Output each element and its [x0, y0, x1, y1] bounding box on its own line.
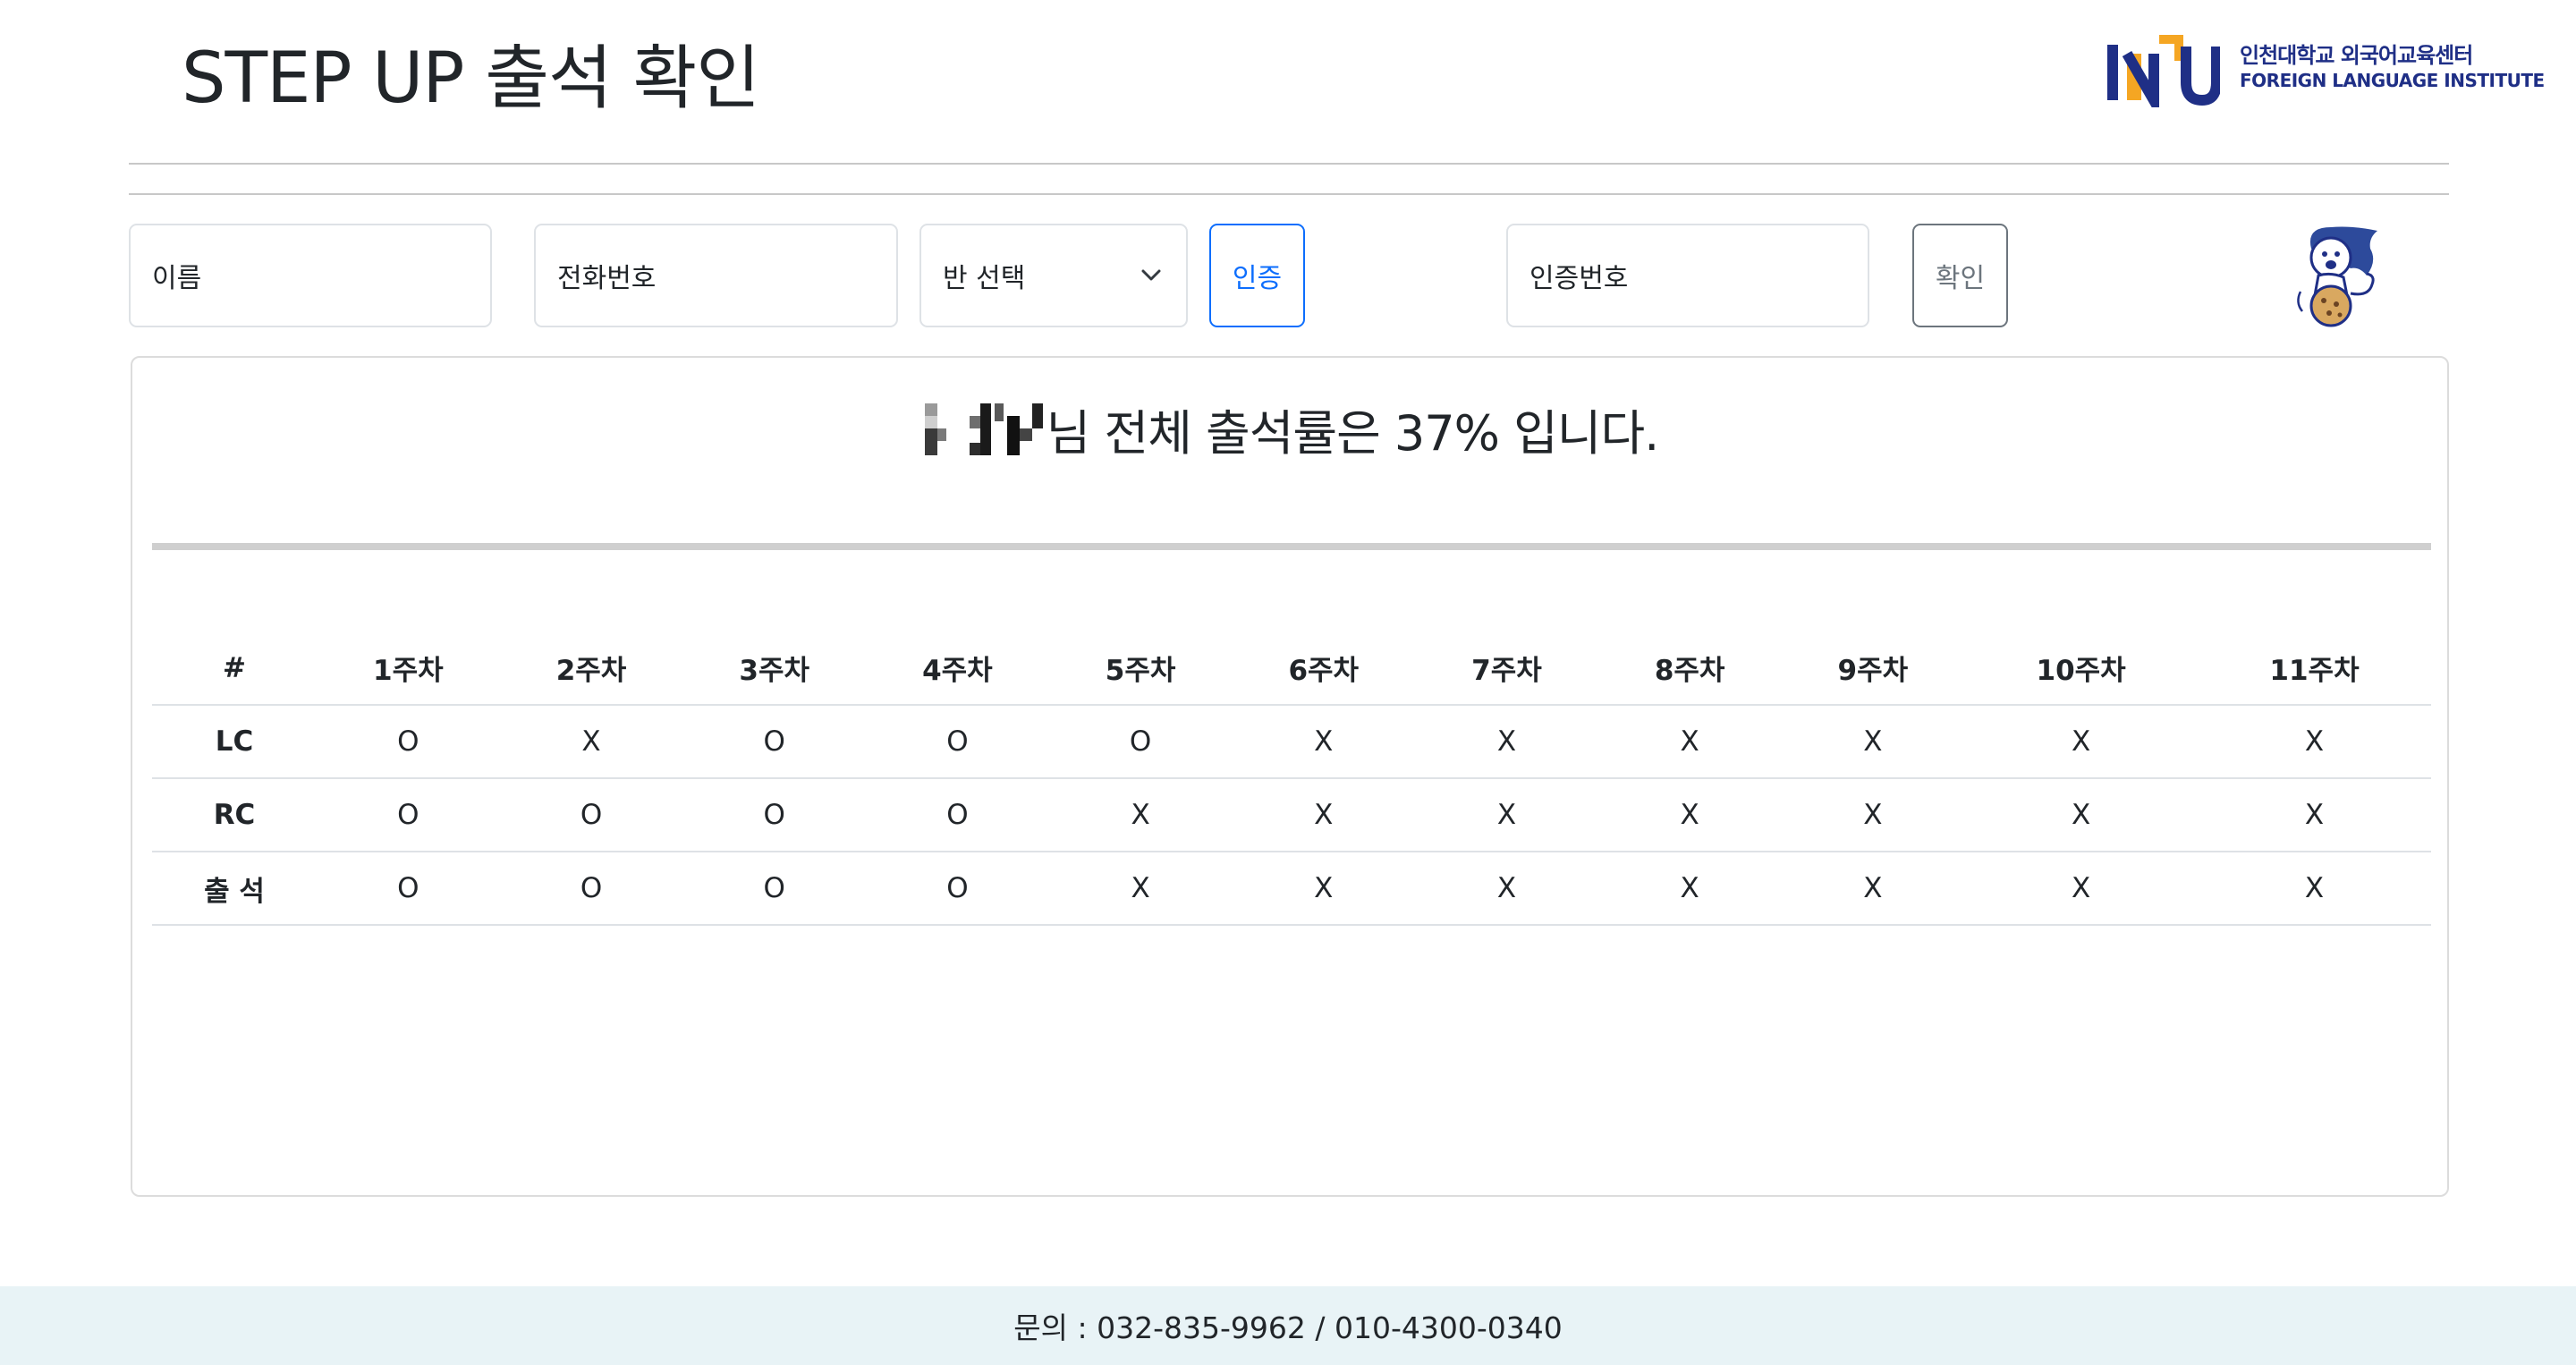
table-cell: X — [1597, 778, 1782, 852]
table-cell: O — [866, 852, 1049, 926]
table-cell: X — [1048, 778, 1233, 852]
page-title: STEP UP 출석 확인 — [182, 38, 760, 119]
class-select[interactable]: 반 선택 — [919, 224, 1188, 327]
column-header-week-9: 9주차 — [1781, 632, 1965, 706]
page-footer: 문의 : 032-835-9962 / 010-4300-0340 — [0, 1286, 2576, 1365]
table-cell: X — [1415, 705, 1598, 779]
phone-input-placeholder: 전화번호 — [557, 263, 657, 294]
column-header-week-10: 10주차 — [1964, 632, 2199, 706]
table-row-lc: LC O X O O O X X X X X X — [152, 705, 2431, 779]
table-cell: O — [682, 778, 867, 852]
column-header-week-11: 11주차 — [2198, 632, 2431, 706]
table-cell: X — [1781, 705, 1965, 779]
table-cell: X — [1232, 852, 1416, 926]
table-cell: O — [682, 705, 867, 779]
table-cell: O — [682, 852, 867, 926]
confirm-button[interactable]: 확인 — [1912, 224, 2008, 327]
column-header-week-1: 1주차 — [317, 632, 500, 706]
table-cell: O — [499, 778, 683, 852]
table-header-row: # 1주차 2주차 3주차 4주차 5주차 6주차 7주차 8주차 9주차 10… — [152, 632, 2431, 706]
table-cell: X — [499, 705, 683, 779]
table-cell: O — [317, 778, 500, 852]
table-cell: X — [2198, 852, 2431, 926]
attendance-summary: 님 전체 출석률은 37% 입니다. — [132, 394, 2447, 464]
column-header-week-6: 6주차 — [1232, 632, 1416, 706]
contact-info: 문의 : 032-835-9962 / 010-4300-0340 — [1013, 1310, 1563, 1345]
attendance-summary-text: 님 전체 출석률은 37% 입니다. — [1046, 405, 1660, 462]
inu-logo: 인천대학교 외국어교육센터 FOREIGN LANGUAGE INSTITUTE — [2104, 30, 2545, 111]
card-divider — [152, 543, 2431, 550]
name-input[interactable]: 이름 — [129, 224, 492, 327]
table-cell: X — [1781, 852, 1965, 926]
verification-code-input[interactable]: 인증번호 — [1506, 224, 1869, 327]
table-cell: O — [1048, 705, 1233, 779]
page-header: STEP UP 출석 확인 인천대학교 외국어교육센터 FOREIGN LANG… — [0, 0, 2576, 179]
table-cell: X — [1597, 852, 1782, 926]
table-cell: X — [2198, 778, 2431, 852]
redacted-name — [921, 403, 1043, 455]
name-input-placeholder: 이름 — [152, 263, 202, 294]
column-header-week-4: 4주차 — [866, 632, 1049, 706]
column-header-week-7: 7주차 — [1415, 632, 1598, 706]
table-row-attendance: 출 석 O O O O X X X X X X X — [152, 852, 2431, 926]
form-divider — [129, 193, 2449, 195]
table-cell: X — [1964, 705, 2199, 779]
table-cell: O — [866, 705, 1049, 779]
phone-input[interactable]: 전화번호 — [534, 224, 898, 327]
table-cell: X — [1048, 852, 1233, 926]
column-header-week-3: 3주차 — [682, 632, 867, 706]
table-cell: X — [2198, 705, 2431, 779]
column-header-week-5: 5주차 — [1048, 632, 1233, 706]
attendance-table: # 1주차 2주차 3주차 4주차 5주차 6주차 7주차 8주차 9주차 10… — [152, 632, 2431, 926]
verify-button[interactable]: 인증 — [1209, 224, 1305, 327]
table-cell: X — [1415, 852, 1598, 926]
logo-text-english: FOREIGN LANGUAGE INSTITUTE — [2240, 70, 2545, 91]
row-label: RC — [152, 778, 317, 852]
logo-text-korean: 인천대학교 외국어교육센터 — [2240, 43, 2473, 68]
table-cell: X — [1597, 705, 1782, 779]
column-header-index: # — [152, 632, 317, 706]
table-cell: X — [1781, 778, 1965, 852]
row-label: 출 석 — [152, 852, 317, 926]
column-header-week-2: 2주차 — [499, 632, 683, 706]
row-label: LC — [152, 705, 317, 779]
verification-code-placeholder: 인증번호 — [1530, 263, 1629, 294]
column-header-week-8: 8주차 — [1597, 632, 1782, 706]
table-cell: O — [866, 778, 1049, 852]
inu-logo-icon — [2107, 35, 2220, 107]
table-cell: O — [317, 705, 500, 779]
header-divider — [129, 163, 2449, 165]
table-cell: X — [1232, 778, 1416, 852]
table-cell: X — [1964, 778, 2199, 852]
table-cell: X — [1964, 852, 2199, 926]
table-cell: O — [317, 852, 500, 926]
table-row-rc: RC O O O O X X X X X X X — [152, 778, 2431, 852]
table-cell: X — [1232, 705, 1416, 779]
class-select-value: 반 선택 — [943, 263, 1026, 294]
chevron-down-icon — [1141, 269, 1161, 281]
lion-mascot-icon — [2297, 226, 2377, 327]
table-cell: O — [499, 852, 683, 926]
verification-form: 이름 전화번호 반 선택 인증 인증번호 확인 — [0, 222, 2576, 329]
table-cell: X — [1415, 778, 1598, 852]
attendance-card: 님 전체 출석률은 37% 입니다. # 1주차 2주차 3주차 4주차 5주차… — [131, 356, 2449, 1197]
